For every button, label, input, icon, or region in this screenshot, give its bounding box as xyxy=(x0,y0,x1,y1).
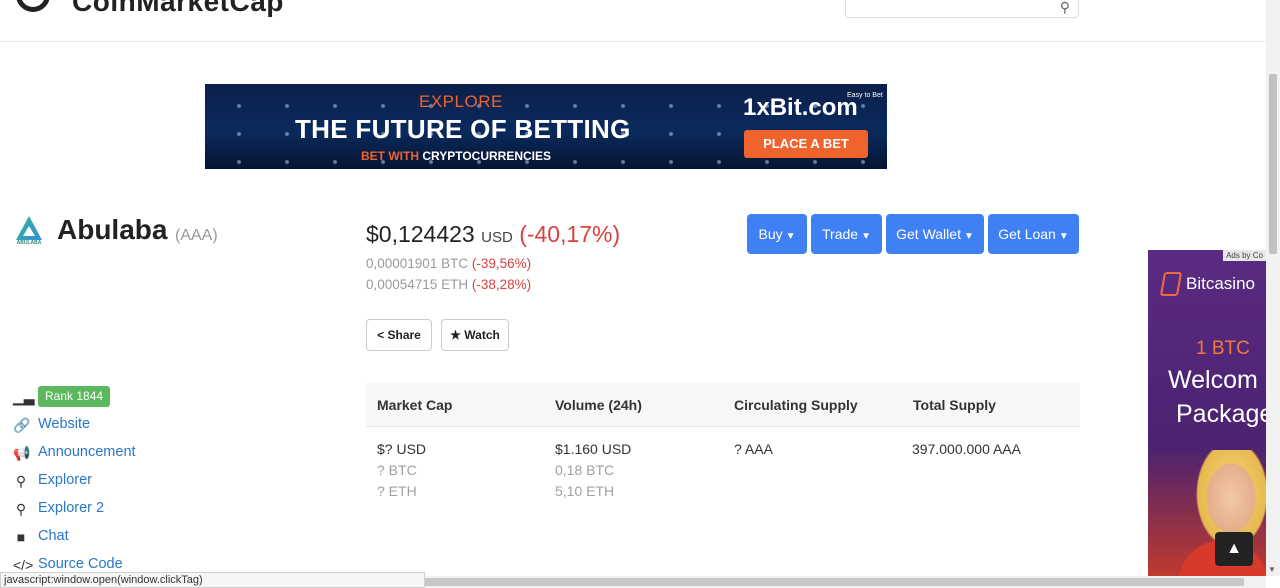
scroll-to-top-button[interactable]: ▲ xyxy=(1215,532,1253,566)
share-icon: < xyxy=(377,328,385,342)
banner-brand: 1xBit.com xyxy=(743,94,858,121)
side-ad-btc: 1 BTC xyxy=(1196,338,1250,359)
stats-body-row: $? USD ? BTC ? ETH $1.160 USD 0,18 BTC 5… xyxy=(366,427,1080,547)
chevron-down-icon: ▼ xyxy=(963,231,974,242)
circulating-supply-value: ? AAA xyxy=(734,441,773,457)
price-btc-change: (-39,56%) xyxy=(471,256,532,271)
market-cap-eth: ? ETH xyxy=(377,483,417,499)
sidebar-link-announcement[interactable]: Announcement xyxy=(38,444,136,460)
banner-subline: BET WITH CRYPTOCURRENCIES xyxy=(361,149,551,163)
stats-header-row: Market Cap Volume (24h) Circulating Supp… xyxy=(366,383,1080,427)
sidebar-link-chat[interactable]: Chat xyxy=(38,528,69,544)
chevron-down-icon: ▼ xyxy=(785,231,796,242)
volume-eth: 5,10 ETH xyxy=(555,483,615,499)
side-ad-brand: Bitcasino xyxy=(1186,274,1255,293)
buy-button-label: Buy xyxy=(758,226,783,242)
total-supply-value: 397.000.000 AAA xyxy=(912,441,1021,457)
search-icon: ⚲ xyxy=(15,501,27,517)
search-input[interactable]: ⚲ xyxy=(845,0,1079,18)
vertical-scrollbar-thumb[interactable] xyxy=(1269,74,1277,254)
place-a-bet-button[interactable]: PLACE A BET xyxy=(744,130,868,158)
site-logo-text[interactable]: CoinMarketCap xyxy=(72,0,284,18)
coin-name: Abulaba xyxy=(57,214,168,245)
top-banner-ad[interactable]: EXPLORE THE FUTURE OF BETTING BET WITH C… xyxy=(205,84,887,169)
get-loan-button-label: Get Loan xyxy=(998,226,1056,242)
code-icon: </> xyxy=(13,557,34,573)
side-ad-model-face xyxy=(1200,462,1262,542)
scroll-down-arrow-icon[interactable]: ▼ xyxy=(1268,565,1276,574)
megaphone-icon: 📢 xyxy=(13,445,31,461)
share-button-label: Share xyxy=(387,328,421,342)
coin-logo-label: ABULABA xyxy=(16,240,42,246)
price-btc: 0,00001901 BTC (-39,56%) xyxy=(366,256,531,271)
get-wallet-button[interactable]: Get Wallet ▼ xyxy=(886,214,984,254)
trade-button[interactable]: Trade ▼ xyxy=(811,214,882,254)
get-loan-button[interactable]: Get Loan ▼ xyxy=(988,214,1079,254)
volume-btc: 0,18 BTC xyxy=(555,462,615,478)
price-eth-change: (-38,28%) xyxy=(471,277,532,292)
banner-crypto: CRYPTOCURRENCIES xyxy=(422,149,552,163)
side-ad-package: Package xyxy=(1176,400,1266,428)
rank-badge: Rank 1844 xyxy=(38,386,111,407)
price-usd: $0,124423 USD (-40,17%) xyxy=(366,221,620,248)
market-cap-usd: $? USD xyxy=(377,441,427,457)
banner-explore-text: EXPLORE xyxy=(419,92,503,111)
sidebar-link-explorer[interactable]: Explorer xyxy=(38,472,92,488)
chevron-down-icon: ▼ xyxy=(1058,231,1069,242)
chevron-up-icon: ▲ xyxy=(1226,540,1242,557)
star-icon: ★ xyxy=(450,328,461,342)
get-wallet-button-label: Get Wallet xyxy=(896,226,961,242)
link-icon: 🔗 xyxy=(13,417,31,433)
price-eth: 0,00054715 ETH (-38,28%) xyxy=(366,277,531,292)
coin-symbol: (AAA) xyxy=(175,227,218,244)
banner-tagline: Easy to Bet xyxy=(847,92,883,99)
banner-bet-with: BET WITH xyxy=(361,149,419,163)
volume-usd: $1.160 USD xyxy=(555,441,632,457)
watch-button-label: Watch xyxy=(464,328,500,342)
price-usd-change: (-40,17%) xyxy=(519,221,621,247)
sidebar-link-source-code[interactable]: Source Code xyxy=(38,556,123,572)
sidebar-link-explorer-2[interactable]: Explorer 2 xyxy=(38,500,104,516)
price-usd-label: USD xyxy=(481,229,513,246)
bitcasino-logo-icon xyxy=(1159,272,1183,296)
market-stats-table: Market Cap Volume (24h) Circulating Supp… xyxy=(366,383,1080,547)
watch-button[interactable]: ★ Watch xyxy=(441,319,509,351)
price-usd-value: $0,124423 xyxy=(366,221,475,247)
stats-header-market-cap: Market Cap xyxy=(377,397,453,413)
search-icon[interactable]: ⚲ xyxy=(1060,0,1070,16)
stats-header-total: Total Supply xyxy=(913,397,996,413)
share-button[interactable]: < Share xyxy=(366,319,432,351)
search-icon: ⚲ xyxy=(15,473,27,489)
chevron-down-icon: ▼ xyxy=(861,231,871,242)
market-cap-btc: ? BTC xyxy=(377,462,417,478)
stats-header-volume: Volume (24h) xyxy=(555,397,642,413)
site-header: CoinMarketCap ⚲ xyxy=(0,0,1266,42)
side-banner-ad[interactable]: Ads by Co Bitcasino 1 BTC Welcom Package xyxy=(1148,250,1266,580)
site-logo-icon[interactable] xyxy=(16,0,50,12)
price-btc-value: 0,00001901 BTC xyxy=(366,256,469,271)
trade-button-label: Trade xyxy=(822,226,859,242)
side-ad-welcome: Welcom xyxy=(1168,366,1258,394)
browser-status-bar: javascript:window.open(window.clickTag) xyxy=(0,572,425,588)
chat-icon: ■ xyxy=(16,529,26,545)
bar-chart-icon: ▁▃ xyxy=(13,389,35,405)
coin-logo-icon: ABULABA xyxy=(13,216,45,248)
buy-button[interactable]: Buy ▼ xyxy=(747,214,807,254)
banner-headline: THE FUTURE OF BETTING xyxy=(295,114,631,144)
vertical-scrollbar[interactable]: ▼ xyxy=(1266,0,1280,576)
stats-header-circulating: Circulating Supply xyxy=(734,397,858,413)
ads-by-label[interactable]: Ads by Co xyxy=(1223,250,1266,261)
price-eth-value: 0,00054715 ETH xyxy=(366,277,469,292)
sidebar-link-website[interactable]: Website xyxy=(38,416,90,432)
